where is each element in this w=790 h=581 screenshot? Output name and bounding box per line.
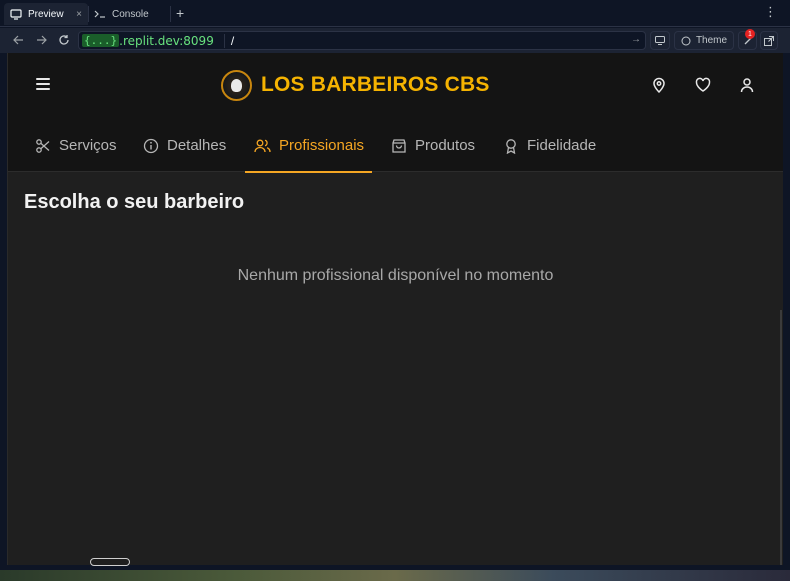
user-icon[interactable]: [739, 77, 755, 93]
preview-viewport: LOS BARBEIROS CBS Serviços Detalhes Prof…: [7, 53, 783, 565]
terminal-icon: [94, 8, 106, 20]
tab-label: Fidelidade: [527, 137, 597, 154]
section-tabs: Serviços Detalhes Profissionais Produtos…: [8, 119, 783, 173]
tab-servicos[interactable]: Serviços: [35, 119, 117, 172]
tab-label: Serviços: [59, 137, 117, 154]
tab-label: Detalhes: [167, 137, 227, 154]
empty-state-message: Nenhum profissional disponível no moment…: [237, 267, 554, 284]
tab-divider: [170, 6, 171, 22]
address-bar-row: {...} .replit.dev:8099 / → Theme: [0, 28, 790, 53]
screen-icon: [655, 36, 665, 45]
palette-icon: [681, 36, 691, 45]
more-menu-icon[interactable]: ⋮: [764, 4, 777, 20]
tab-fidelidade[interactable]: Fidelidade: [503, 119, 596, 172]
vertical-scrollbar[interactable]: [780, 310, 782, 565]
close-tab-icon[interactable]: ×: [76, 9, 82, 20]
shopping-bag-icon: [392, 138, 406, 153]
info-icon: [143, 138, 159, 153]
reload-icon[interactable]: [56, 32, 72, 48]
theme-label: Theme: [695, 35, 728, 46]
tab-divider: [88, 6, 89, 22]
tab-label: Produtos: [415, 137, 476, 154]
scissors-icon: [36, 138, 50, 153]
devices-button[interactable]: [650, 31, 670, 50]
tab-detalhes[interactable]: Detalhes: [143, 119, 226, 172]
external-link-icon: [764, 35, 774, 46]
tab-label: Profissionais: [279, 137, 365, 154]
location-pin-icon[interactable]: [651, 77, 667, 94]
tab-profissionais[interactable]: Profissionais: [244, 119, 373, 173]
award-icon: [506, 138, 516, 154]
app-header: LOS BARBEIROS CBS: [8, 53, 783, 119]
tab-preview[interactable]: Preview ×: [4, 3, 88, 25]
tab-console-label: Console: [112, 8, 149, 20]
theme-button[interactable]: Theme: [674, 31, 734, 50]
users-icon: [254, 139, 271, 152]
tab-produtos[interactable]: Produtos: [391, 119, 475, 172]
brand-logo: [221, 70, 252, 101]
back-arrow-icon[interactable]: [10, 32, 26, 48]
monitor-icon: [10, 8, 22, 20]
tab-console[interactable]: Console: [90, 3, 170, 25]
forward-arrow-icon[interactable]: [33, 32, 49, 48]
notification-badge: 1: [745, 29, 755, 39]
new-tab-button[interactable]: +: [176, 5, 184, 21]
tab-preview-label: Preview: [28, 8, 64, 20]
heart-icon[interactable]: [695, 77, 711, 93]
url-host-tag: {...}: [82, 34, 120, 47]
url-host: .replit.dev:8099: [119, 33, 214, 48]
replit-window: Preview × Console + ⋮ {...} .replit.dev:…: [0, 0, 790, 581]
open-new-window-button[interactable]: [760, 31, 778, 50]
section-title: Escolha o seu barbeiro: [24, 191, 245, 213]
ide-tab-bar: Preview × Console + ⋮: [0, 0, 790, 27]
go-arrow-icon[interactable]: →: [631, 34, 641, 45]
brand-title: LOS BARBEIROS CBS: [261, 73, 490, 96]
horizontal-scroll-handle[interactable]: [90, 558, 130, 566]
url-path: /: [223, 33, 234, 48]
desktop-wallpaper-strip: [0, 570, 790, 581]
url-input[interactable]: {...} .replit.dev:8099 / →: [78, 31, 646, 50]
hamburger-menu-icon[interactable]: [36, 78, 50, 92]
